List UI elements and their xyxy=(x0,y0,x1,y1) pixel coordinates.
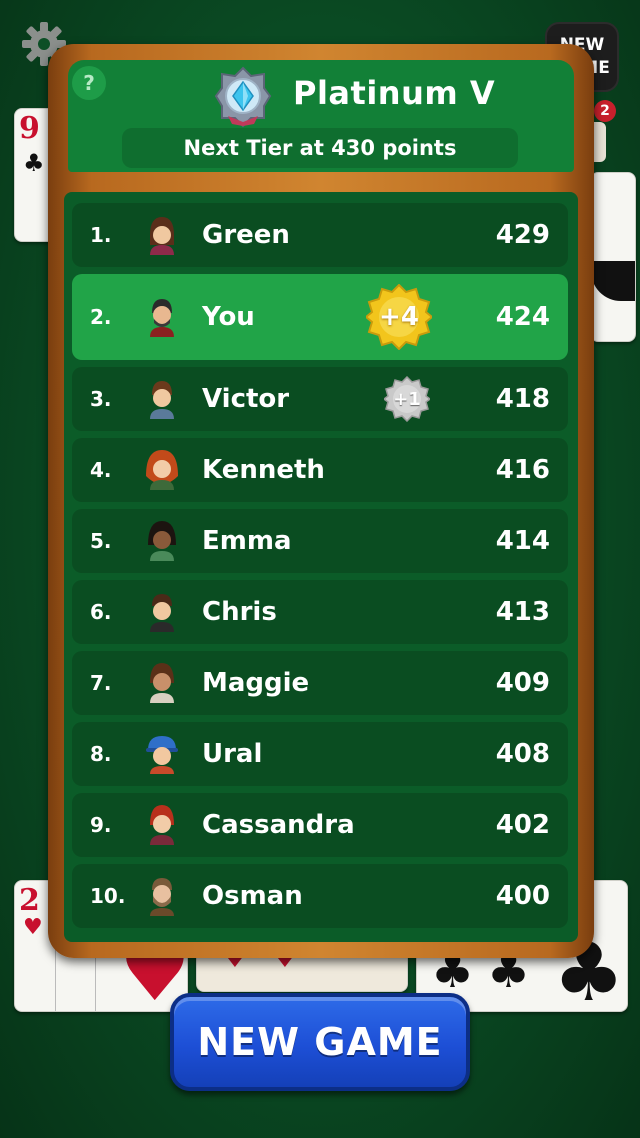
row-score: 414 xyxy=(495,526,550,556)
card-rank: 2 xyxy=(19,883,40,918)
leaderboard-row[interactable]: 3. Victor +1 418 xyxy=(72,367,568,431)
spade-suit-icon xyxy=(591,261,635,301)
row-name: Kenneth xyxy=(202,455,325,485)
card-spade-right[interactable] xyxy=(590,172,636,342)
player-avatar-icon xyxy=(150,299,174,337)
leaderboard-row[interactable]: 6. Chris 413 xyxy=(72,580,568,644)
row-rank: 3. xyxy=(90,387,112,411)
leaderboard-row[interactable]: 8. Ural 408 xyxy=(72,722,568,786)
player-avatar-icon xyxy=(148,521,176,561)
heart-suit-icon: ♥ xyxy=(23,915,43,940)
tier-title: Platinum V xyxy=(293,74,496,112)
row-name: Cassandra xyxy=(202,810,355,840)
row-rank: 5. xyxy=(90,529,112,553)
leaderboard-row[interactable]: 7. Maggie 409 xyxy=(72,651,568,715)
leaderboard-row[interactable]: 5. Emma 414 xyxy=(72,509,568,573)
row-rank: 2. xyxy=(90,305,112,329)
row-rank: 7. xyxy=(90,671,112,695)
silver-bonus-badge: +1 xyxy=(393,388,421,410)
player-avatar-icon xyxy=(150,217,174,255)
row-name: Victor xyxy=(202,384,290,414)
row-rank: 9. xyxy=(90,813,112,837)
player-avatar-icon xyxy=(150,381,174,419)
row-score: 409 xyxy=(495,668,550,698)
player-avatar-icon xyxy=(150,663,174,703)
row-score: 402 xyxy=(495,810,550,840)
leaderboard-row[interactable]: 4. Kenneth 416 xyxy=(72,438,568,502)
row-score: 416 xyxy=(495,455,550,485)
platinum-crest-icon xyxy=(214,66,272,128)
leaderboard-row[interactable]: 1. Green 429 xyxy=(72,203,568,267)
row-name: Osman xyxy=(202,881,303,911)
row-name: Maggie xyxy=(202,668,310,698)
row-rank: 4. xyxy=(90,458,112,482)
leaderboard-row[interactable]: 10. Osman 400 xyxy=(72,864,568,928)
help-button[interactable]: ? xyxy=(72,66,106,100)
row-score: 418 xyxy=(495,384,550,414)
row-name: You xyxy=(202,302,255,332)
row-rank: 6. xyxy=(90,600,112,624)
row-name: Emma xyxy=(202,526,292,556)
row-name: Ural xyxy=(202,739,263,769)
leaderboard-row-you[interactable]: 2. You +4 424 xyxy=(72,274,568,360)
new-game-button[interactable]: NEW GAME xyxy=(170,993,470,1091)
row-score: 413 xyxy=(495,597,550,627)
gold-bonus-badge: +4 xyxy=(379,302,419,332)
card-rank: 9 xyxy=(19,111,40,146)
player-avatar-icon xyxy=(150,805,174,845)
row-score: 429 xyxy=(495,220,550,250)
row-score: 424 xyxy=(495,302,550,332)
row-rank: 10. xyxy=(90,884,126,908)
row-score: 408 xyxy=(495,739,550,769)
notification-badge: 2 xyxy=(594,100,616,122)
player-avatar-icon xyxy=(150,878,174,916)
row-score: 400 xyxy=(495,881,550,911)
row-rank: 1. xyxy=(90,223,112,247)
row-name: Chris xyxy=(202,597,277,627)
player-avatar-icon xyxy=(150,594,174,632)
player-avatar-icon xyxy=(146,450,178,490)
leaderboard-row[interactable]: 9. Cassandra 402 xyxy=(72,793,568,857)
club-suit-icon: ♣ xyxy=(23,149,45,177)
player-avatar-icon xyxy=(146,736,178,774)
next-tier-banner: Next Tier at 430 points xyxy=(122,128,518,168)
row-rank: 8. xyxy=(90,742,112,766)
row-name: Green xyxy=(202,220,290,250)
